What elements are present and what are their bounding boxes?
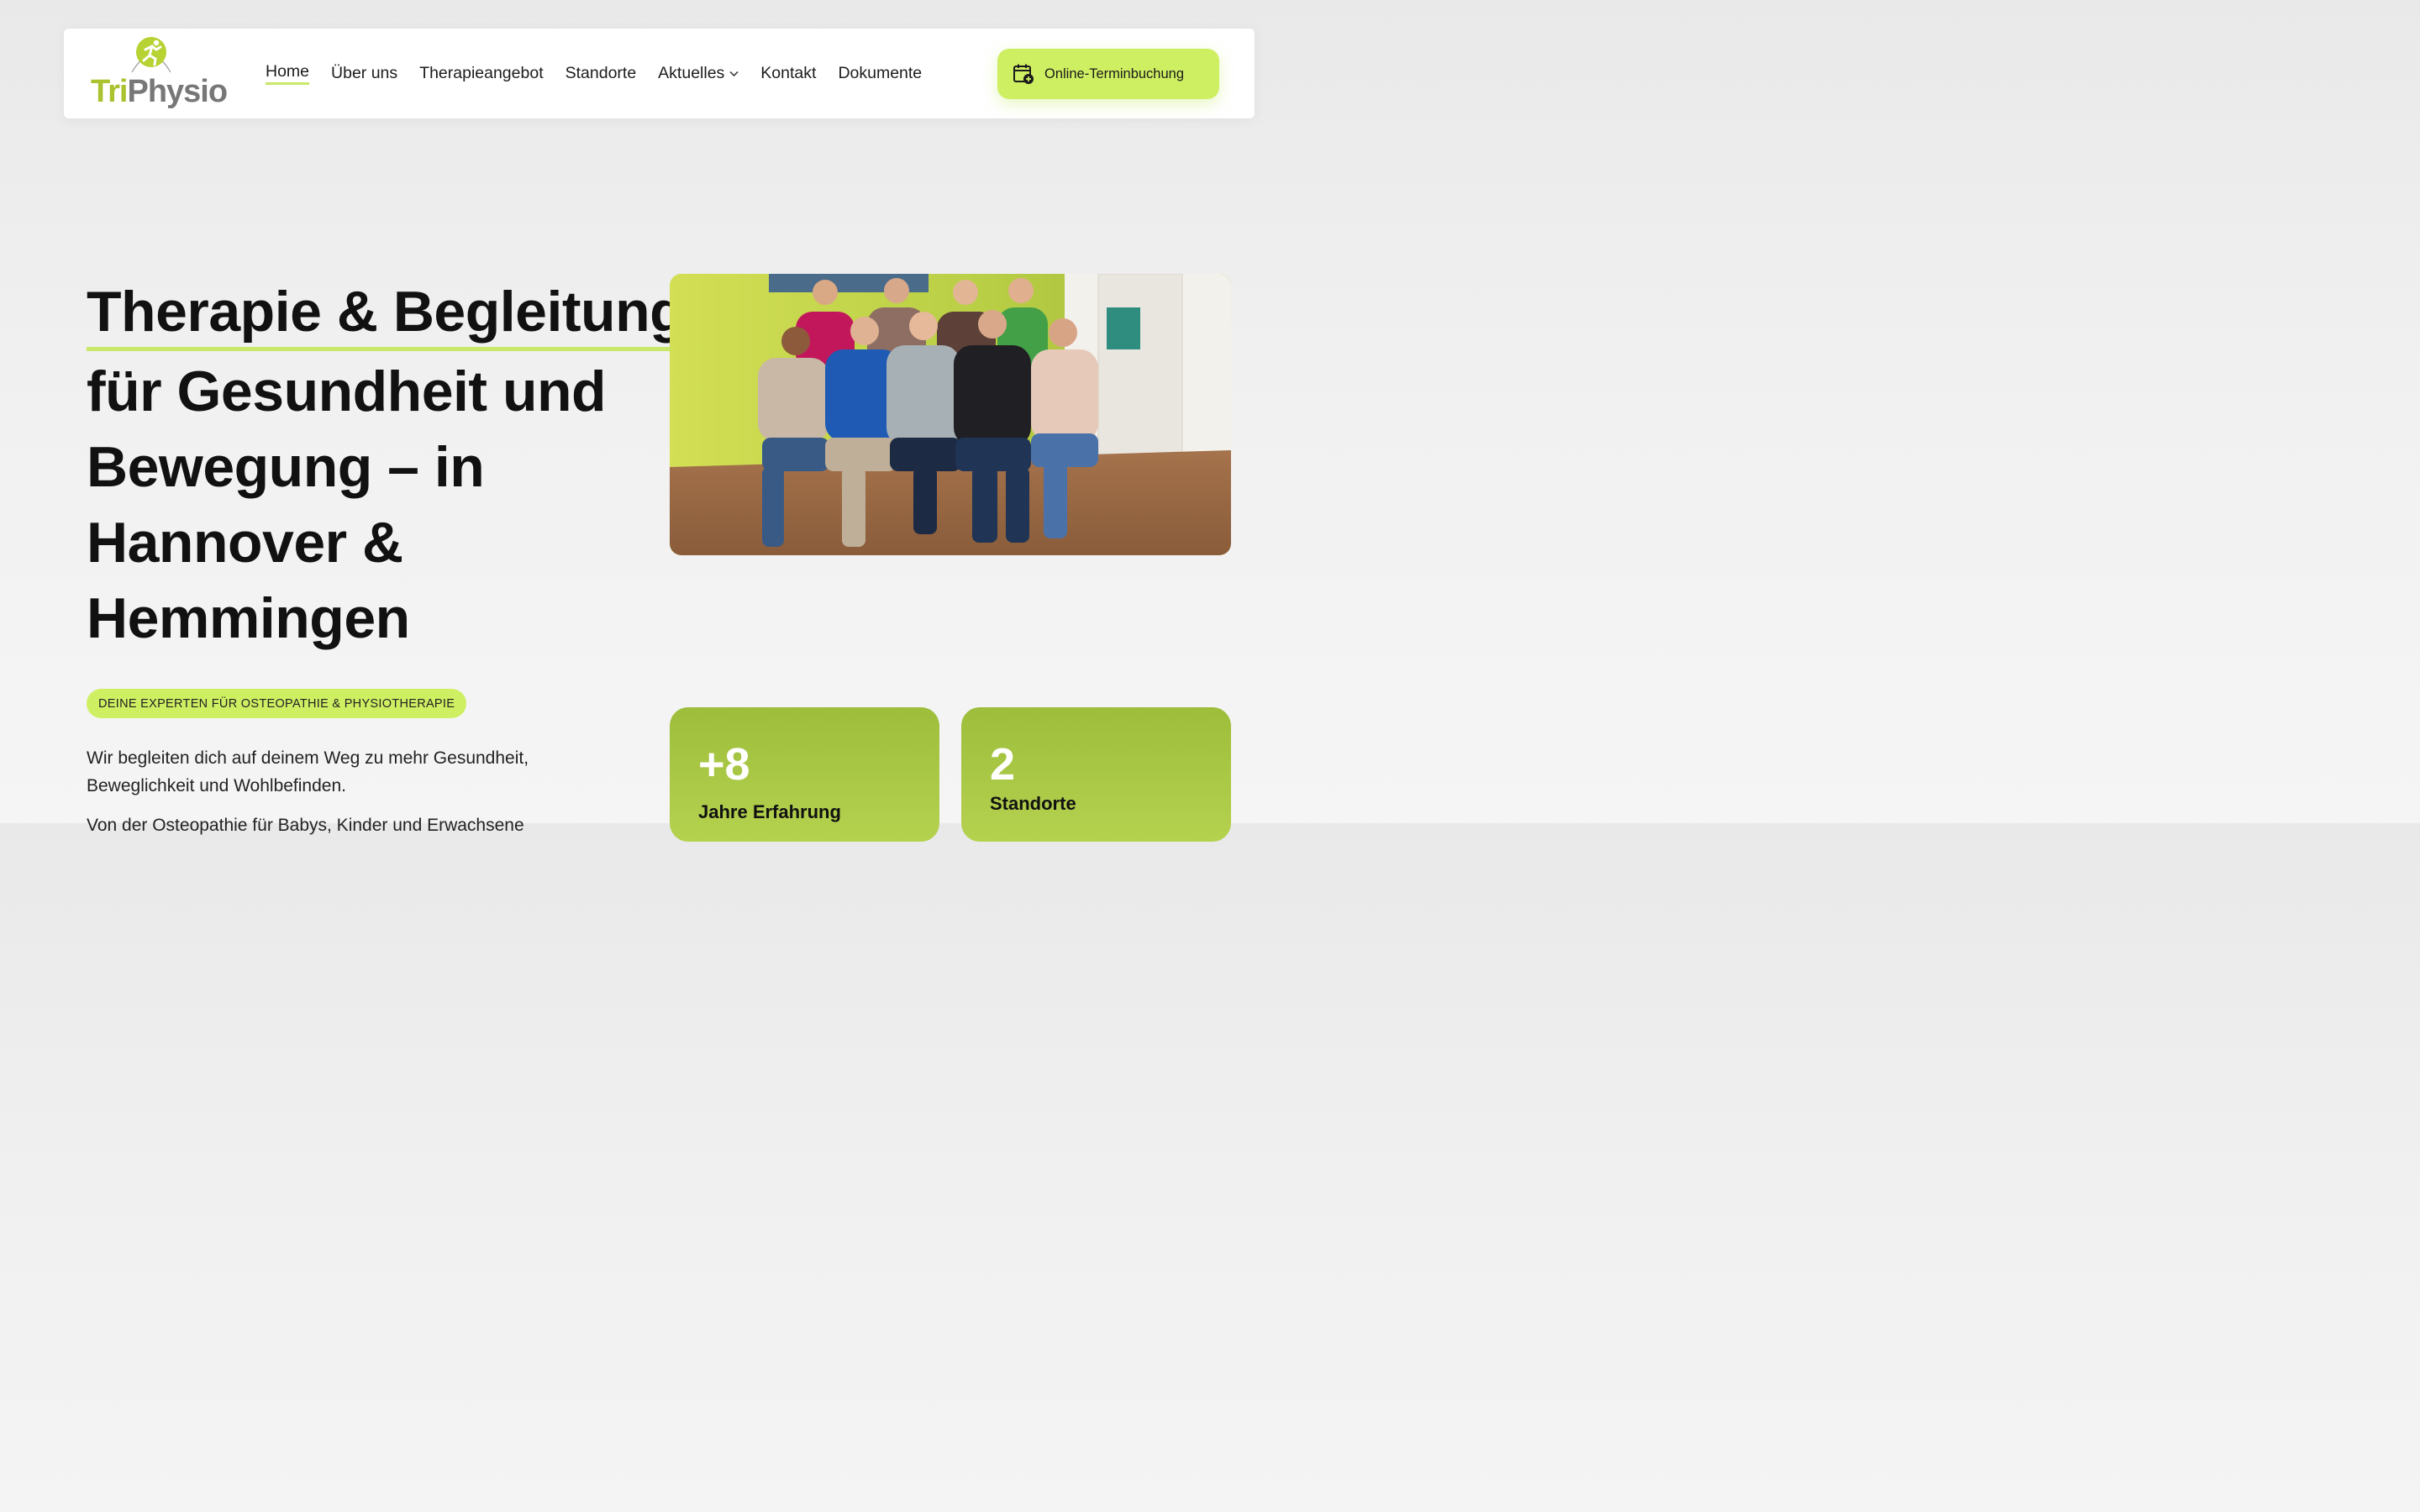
nav-item-kontakt[interactable]: Kontakt [760,62,816,85]
expertise-badge: DEINE EXPERTEN FÜR OSTEOPATHIE & PHYSIOT… [87,689,467,718]
runner-logo-icon [131,37,171,73]
intro-text-continued: Von der Osteopathie für Babys, Kinder un… [87,816,524,835]
online-booking-button[interactable]: Online-Terminbuchung [997,49,1219,99]
headline-line-3: Bewegung – in [87,435,485,499]
logo-text: TriPhysio [91,74,228,109]
stat-value: 2 [990,739,1016,790]
headline-line-4: Hannover & [87,511,403,575]
nav-item-standorte[interactable]: Standorte [566,62,637,85]
stat-value: +8 [698,739,750,790]
headline-line-1: Therapie & Begleitung [87,278,685,351]
nav-item-home[interactable]: Home [266,62,310,85]
stat-label: Standorte [990,793,1076,814]
calendar-plus-icon [1013,64,1034,84]
main-nav: Home Über uns Therapieangebot Standorte … [266,62,922,85]
headline-line-2: für Gesundheit und [87,360,607,423]
logo[interactable]: TriPhysio [91,35,228,113]
nav-item-aktuelles[interactable]: Aktuelles [658,62,739,85]
intro-text: Wir begleiten dich auf deinem Weg zu meh… [87,748,529,795]
chevron-down-icon [729,71,739,76]
nav-item-ueber-uns[interactable]: Über uns [331,62,397,85]
nav-item-therapieangebot[interactable]: Therapieangebot [419,62,543,85]
stat-card-locations: 2 Standorte [961,707,1231,842]
team-photo-illustration [670,274,1231,555]
nav-item-dokumente[interactable]: Dokumente [838,62,922,85]
headline-line-5: Hemmingen [87,586,410,650]
stat-label: Jahre Erfahrung [698,801,841,822]
hero-headline: Therapie & Begleitung für Gesundheit und… [87,274,685,656]
site-header: TriPhysio Home Über uns Therapieangebot … [64,29,1255,118]
team-photo [670,274,1231,555]
stat-card-experience: +8 Jahre Erfahrung [670,707,939,842]
